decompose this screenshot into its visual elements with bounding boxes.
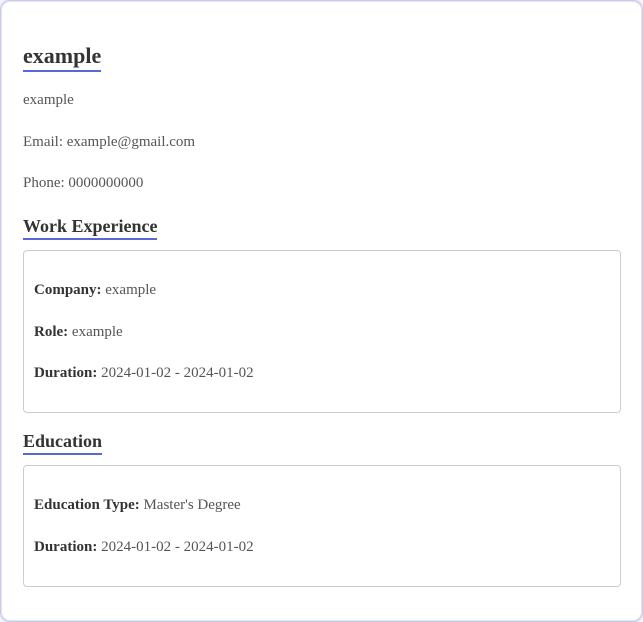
education-type-value: Master's Degree [139,497,241,513]
profile-email: Email: example@gmail.com [23,134,196,150]
work-company-value: example [101,282,157,298]
work-duration-value: 2024-01-02 - 2024-01-02 [97,365,254,381]
work-role-value: example [68,324,123,340]
work-duration: Duration: 2024-01-02 - 2024-01-02 [34,364,254,382]
education-heading: Education [23,431,103,455]
resume-container: example example Email: example@gmail.com… [0,0,643,622]
education-type-label: Education Type: [34,497,140,513]
profile-name: example [23,43,102,72]
education-type: Education Type: Master's Degree [34,496,241,514]
work-experience-heading: Work Experience [23,216,158,240]
education-duration-label: Duration: [34,539,98,555]
education-card: Education Type: Master's Degree Duration… [23,465,621,587]
education-duration-value: 2024-01-02 - 2024-01-02 [97,539,254,555]
work-role-label: Role: [34,324,69,340]
work-company-label: Company: [34,282,102,298]
work-duration-label: Duration: [34,365,98,381]
work-experience-card: Company: example Role: example Duration:… [23,250,621,413]
work-company: Company: example [34,281,156,299]
work-role: Role: example [34,323,123,341]
education-duration: Duration: 2024-01-02 - 2024-01-02 [34,538,254,556]
profile-phone: Phone: 0000000000 [23,175,144,191]
profile-summary: example [23,92,74,108]
